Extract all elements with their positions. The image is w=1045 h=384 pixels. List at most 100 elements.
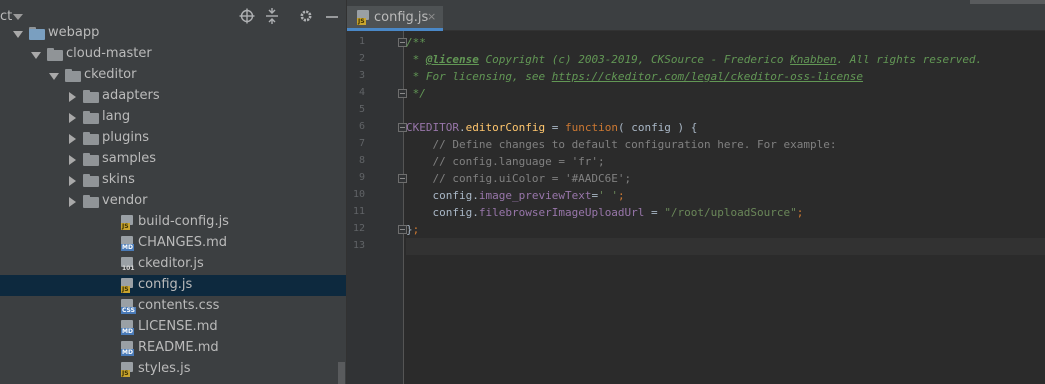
- code-line[interactable]: };: [406, 221, 1045, 238]
- editor-tab-bar: JS config.js ×: [347, 0, 1045, 31]
- chevron-down-icon[interactable]: [13, 31, 23, 38]
- hide-icon[interactable]: [324, 8, 340, 24]
- tree-item-label: adapters: [102, 88, 160, 103]
- bin-file-icon: 101: [121, 257, 135, 272]
- js-file-icon: JS: [121, 362, 134, 377]
- css-file-icon: CSS: [121, 299, 136, 314]
- folder-icon: [65, 69, 81, 82]
- tree-scrollbar[interactable]: [338, 362, 345, 384]
- line-number: 9: [358, 172, 365, 183]
- line-number: 11: [352, 206, 365, 217]
- tree-item-label: ckeditor: [84, 67, 137, 82]
- line-number: 1: [358, 36, 365, 47]
- tree-item-config-js[interactable]: JS config.js: [0, 275, 346, 296]
- tree-item-lang[interactable]: lang: [0, 107, 346, 128]
- code-line[interactable]: [406, 238, 1045, 255]
- line-number: 3: [358, 70, 365, 81]
- tree-item-label: ckeditor.js: [138, 256, 204, 271]
- locate-icon[interactable]: [239, 8, 255, 24]
- code-line[interactable]: config.filebrowserImageUploadUrl = "/roo…: [406, 204, 1045, 221]
- tree-item-label: build-config.js: [138, 214, 229, 229]
- tree-item-ckeditor-js[interactable]: 101 ckeditor.js: [0, 254, 346, 275]
- collapse-icon[interactable]: [264, 8, 280, 24]
- module-folder-icon: [29, 27, 45, 40]
- chevron-right-icon[interactable]: [69, 134, 76, 144]
- tree-item-build-config-js[interactable]: JS build-config.js: [0, 212, 346, 233]
- tree-item-vendor[interactable]: vendor: [0, 191, 346, 212]
- tree-item-label: plugins: [102, 130, 149, 145]
- project-view-selector[interactable]: ct: [0, 9, 12, 24]
- tree-item-license-md[interactable]: MD LICENSE.md: [0, 317, 346, 338]
- line-number: 2: [358, 53, 365, 64]
- tab-config-js[interactable]: JS config.js ×: [347, 6, 443, 31]
- chevron-right-icon[interactable]: [69, 197, 76, 207]
- tree-item-webapp[interactable]: webapp: [0, 23, 346, 44]
- line-number: 5: [358, 104, 365, 115]
- code-area[interactable]: /** * @license Copyright (c) 2003-2019, …: [406, 31, 1045, 384]
- tree-item-label: webapp: [48, 25, 100, 40]
- folder-icon: [83, 90, 99, 103]
- tree-item-label: README.md: [138, 340, 219, 355]
- js-file-icon: JS: [357, 10, 370, 25]
- code-line[interactable]: * For licensing, see https://ckeditor.co…: [406, 68, 1045, 85]
- code-line[interactable]: // Define changes to default configurati…: [406, 136, 1045, 153]
- chevron-right-icon[interactable]: [69, 155, 76, 165]
- folder-icon: [83, 111, 99, 124]
- tree-item-plugins[interactable]: plugins: [0, 128, 346, 149]
- editor-area: JS config.js × 1 2 3 4 5 6 7 8 9 10 11 12 13 /** * @…: [347, 0, 1045, 384]
- folder-icon: [47, 48, 63, 61]
- md-file-icon: MD: [121, 341, 134, 356]
- line-number: 13: [352, 240, 365, 251]
- tree-item-label: lang: [102, 109, 131, 124]
- code-line[interactable]: * @license Copyright (c) 2003-2019, CKSo…: [406, 51, 1045, 68]
- code-line[interactable]: [406, 102, 1045, 119]
- tree-item-changes-md[interactable]: MD CHANGES.md: [0, 233, 346, 254]
- js-file-icon: JS: [121, 215, 134, 230]
- code-line[interactable]: // config.uiColor = '#AADC6E';: [406, 170, 1045, 187]
- settings-icon[interactable]: [298, 8, 314, 24]
- line-number: 6: [358, 121, 365, 132]
- tree-item-label: LICENSE.md: [138, 319, 218, 334]
- tree-item-label: CHANGES.md: [138, 235, 228, 250]
- chevron-right-icon[interactable]: [69, 176, 76, 186]
- chevron-down-icon[interactable]: [13, 14, 23, 20]
- tree-item-styles-js[interactable]: JS styles.js: [0, 359, 346, 380]
- code-line[interactable]: // config.language = 'fr';: [406, 153, 1045, 170]
- line-number: 4: [358, 87, 365, 98]
- close-icon[interactable]: ×: [427, 10, 436, 23]
- tree-item-skins[interactable]: skins: [0, 170, 346, 191]
- editor-scrollbar-thumb[interactable]: [970, 0, 1045, 4]
- folder-icon: [83, 195, 99, 208]
- tree-item-label: samples: [102, 151, 157, 166]
- md-file-icon: MD: [121, 320, 134, 335]
- tree-item-readme-md[interactable]: MD README.md: [0, 338, 346, 359]
- tree-item-label: vendor: [102, 193, 148, 208]
- tree-item-ckeditor[interactable]: ckeditor: [0, 65, 346, 86]
- chevron-right-icon[interactable]: [69, 92, 76, 102]
- code-line[interactable]: /**: [406, 34, 1045, 51]
- md-file-icon: MD: [121, 236, 134, 251]
- line-number: 10: [352, 189, 365, 200]
- chevron-down-icon[interactable]: [49, 73, 59, 80]
- tab-label: config.js: [374, 10, 429, 25]
- tree-item-adapters[interactable]: adapters: [0, 86, 346, 107]
- code-line[interactable]: CKEDITOR.editorConfig = function( config…: [406, 119, 1045, 136]
- folder-icon: [83, 132, 99, 145]
- code-line[interactable]: */: [406, 85, 1045, 102]
- tree-item-contents-css[interactable]: CSS contents.css: [0, 296, 346, 317]
- tree-item-label: contents.css: [138, 298, 220, 313]
- line-number: 8: [358, 155, 365, 166]
- chevron-right-icon[interactable]: [69, 113, 76, 123]
- tree-item-label: styles.js: [138, 361, 191, 376]
- folder-icon: [83, 174, 99, 187]
- chevron-down-icon[interactable]: [31, 52, 41, 59]
- code-line[interactable]: config.image_previewText=' ';: [406, 187, 1045, 204]
- tree-item-label: config.js: [138, 277, 193, 292]
- tree-item-label: cloud-master: [66, 46, 152, 61]
- tree-item-cloud-master[interactable]: cloud-master: [0, 44, 346, 65]
- line-number: 7: [358, 138, 365, 149]
- tree-item-label: skins: [102, 172, 135, 187]
- tree-item-samples[interactable]: samples: [0, 149, 346, 170]
- project-panel: ct webapp cloud-master ckeditor adapters lan…: [0, 0, 346, 384]
- line-number-gutter: 1 2 3 4 5 6 7 8 9 10 11 12 13: [347, 31, 407, 384]
